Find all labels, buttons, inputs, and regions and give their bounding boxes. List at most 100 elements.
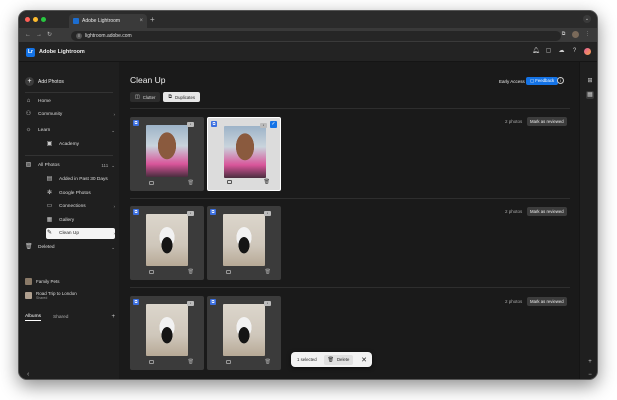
forward-icon[interactable]: → — [36, 31, 42, 40]
stack-icon: ⧉ — [210, 209, 216, 215]
tab-duplicates[interactable]: ⧉ Duplicates — [163, 92, 201, 102]
photo-card[interactable]: ⧉ ▪ 🗑︎ — [130, 117, 204, 191]
site-info-icon[interactable]: ≡ — [76, 33, 82, 39]
photo-card[interactable]: ⧉ ▪ 🗑︎ — [207, 206, 281, 280]
close-window-button[interactable] — [25, 17, 30, 22]
stack-icon: ⧉ — [133, 299, 139, 305]
album-name: Road Trip to London — [36, 290, 77, 296]
maximize-window-button[interactable] — [41, 17, 46, 22]
extensions-icon[interactable]: ⧉ — [560, 31, 567, 38]
delete-button[interactable]: 🗑︎ Delete — [323, 354, 354, 365]
photo-card-selected[interactable]: ⧉ ▪ ✓ 🗑︎ — [207, 117, 281, 191]
close-tab-icon[interactable]: × — [139, 18, 143, 24]
info-icon[interactable] — [149, 181, 154, 185]
trash-icon[interactable]: 🗑︎ — [265, 269, 271, 275]
broom-icon: ✎ — [46, 230, 53, 236]
sidebar-item-label: Learn — [38, 128, 51, 133]
albums-tabs: Albums Shared + — [25, 312, 115, 322]
sidebar-item-label: Connections — [59, 204, 86, 209]
sidebar-item-gallery[interactable]: ▦ Gallery — [46, 215, 115, 226]
tab-clutter[interactable]: ◫ Clutter — [130, 92, 161, 102]
mark-as-reviewed-button[interactable]: Mark as reviewed — [527, 297, 567, 306]
divider — [130, 108, 570, 109]
format-badge: ▪ — [264, 301, 271, 306]
feedback-button[interactable]: ▢ Feedback — [526, 77, 559, 85]
mark-as-reviewed-button[interactable]: Mark as reviewed — [527, 117, 567, 126]
gallery-icon: ▦ — [46, 217, 53, 223]
album-item[interactable]: Family Pets — [25, 275, 115, 287]
sidebar-item-all-photos[interactable]: ▨ All Photos 111 ⌄ — [25, 160, 115, 171]
stack-icon: ⧉ — [133, 120, 139, 126]
back-icon[interactable]: ← — [25, 31, 31, 40]
profile-avatar[interactable] — [572, 31, 579, 38]
photo-thumbnail — [146, 214, 188, 266]
info-icon[interactable] — [226, 360, 231, 364]
app-name: Adobe Lightroom — [39, 49, 85, 55]
zoom-out-icon[interactable]: − — [586, 371, 594, 379]
clutter-icon: ◫ — [135, 94, 140, 100]
tab-shared[interactable]: Shared — [53, 315, 68, 320]
trash-icon[interactable]: 🗑︎ — [264, 179, 270, 185]
cloud-icon[interactable]: ☁︎ — [558, 48, 565, 55]
sidebar-item-label: Community — [38, 112, 63, 117]
divider — [25, 155, 113, 156]
trash-icon[interactable]: 🗑︎ — [188, 359, 194, 365]
album-name: Family Pets — [36, 278, 60, 284]
sidebar-item-community[interactable]: ⚇ Community › — [25, 109, 115, 120]
feedback-label: Feedback — [535, 78, 555, 83]
sidebar-item-clean-up[interactable]: ✎ Clean Up › — [46, 228, 115, 239]
sidebar-item-label: Clean Up — [59, 231, 79, 236]
tab-menu-icon[interactable]: ⌄ — [583, 15, 591, 23]
info-icon[interactable]: i — [557, 77, 564, 84]
photo-card[interactable]: ⧉ ▪ 🗑︎ — [130, 206, 204, 280]
trash-icon[interactable]: 🗑︎ — [265, 359, 271, 365]
user-avatar[interactable] — [584, 48, 591, 55]
sidebar-item-deleted[interactable]: 🗑︎ Deleted ⌄ — [25, 242, 115, 253]
url-field[interactable]: ≡ lightroom.adobe.com — [71, 31, 561, 41]
browser-tab[interactable]: Adobe Lightroom × — [69, 14, 147, 28]
sidebar-item-academy[interactable]: ▣ Academy — [46, 139, 115, 150]
stack-icon: ⧉ — [133, 209, 139, 215]
mark-as-reviewed-button[interactable]: Mark as reviewed — [527, 207, 567, 216]
sidebar-item-home[interactable]: ⌂ Home — [25, 96, 115, 107]
chat-icon[interactable]: ▢ — [545, 48, 552, 55]
tab-albums[interactable]: Albums — [25, 314, 41, 321]
sidebar-item-google-photos[interactable]: ✻ Google Photos — [46, 188, 115, 199]
divider — [130, 198, 570, 199]
help-icon[interactable]: ? — [571, 48, 578, 55]
minimize-window-button[interactable] — [33, 17, 38, 22]
trash-icon[interactable]: 🗑︎ — [188, 269, 194, 275]
trash-icon[interactable]: 🗑︎ — [188, 180, 194, 186]
photo-thumbnail — [223, 304, 265, 356]
reload-icon[interactable]: ↻ — [47, 31, 52, 40]
info-icon[interactable] — [227, 180, 232, 184]
sidebar-item-added-recent[interactable]: ▤ Added in Past 30 Days — [46, 174, 115, 185]
delete-label: Delete — [336, 357, 350, 362]
album-shared-label: Shared — [36, 295, 48, 300]
duplicates-icon: ⧉ — [168, 94, 172, 100]
close-icon[interactable]: ✕ — [361, 356, 367, 364]
photo-card[interactable]: ⧉ ▪ 🗑︎ — [207, 296, 281, 370]
grid-view-icon[interactable]: ⊞ — [586, 77, 594, 85]
add-album-icon[interactable]: + — [111, 314, 115, 320]
square-grid-view-icon[interactable]: ▦ — [586, 91, 594, 99]
checkbox-checked-icon[interactable]: ✓ — [270, 121, 277, 128]
early-access-label: Early Access — [499, 79, 525, 84]
collapse-sidebar-icon[interactable]: ‹ — [27, 371, 29, 378]
new-tab-button[interactable]: + — [150, 15, 155, 25]
notifications-icon[interactable]: 🔔︎ — [532, 48, 540, 55]
album-item[interactable]: Road Trip to London Shared — [25, 289, 115, 301]
sidebar-item-label: Google Photos — [59, 191, 91, 196]
add-photos-button[interactable]: + Add Photos — [25, 77, 64, 86]
google-photos-icon: ✻ — [46, 190, 53, 196]
info-icon[interactable] — [149, 270, 154, 274]
sidebar-item-learn[interactable]: ☼ Learn ⌄ — [25, 125, 115, 136]
info-icon[interactable] — [226, 270, 231, 274]
stack-icon: ⧉ — [210, 299, 216, 305]
url-text: lightroom.adobe.com — [85, 33, 132, 39]
info-icon[interactable] — [149, 360, 154, 364]
browser-menu-icon[interactable]: ⋮ — [584, 31, 591, 38]
sidebar-item-connections[interactable]: ▭ Connections › — [46, 201, 115, 212]
zoom-in-icon[interactable]: + — [586, 358, 594, 366]
photo-card[interactable]: ⧉ ▪ 🗑︎ — [130, 296, 204, 370]
